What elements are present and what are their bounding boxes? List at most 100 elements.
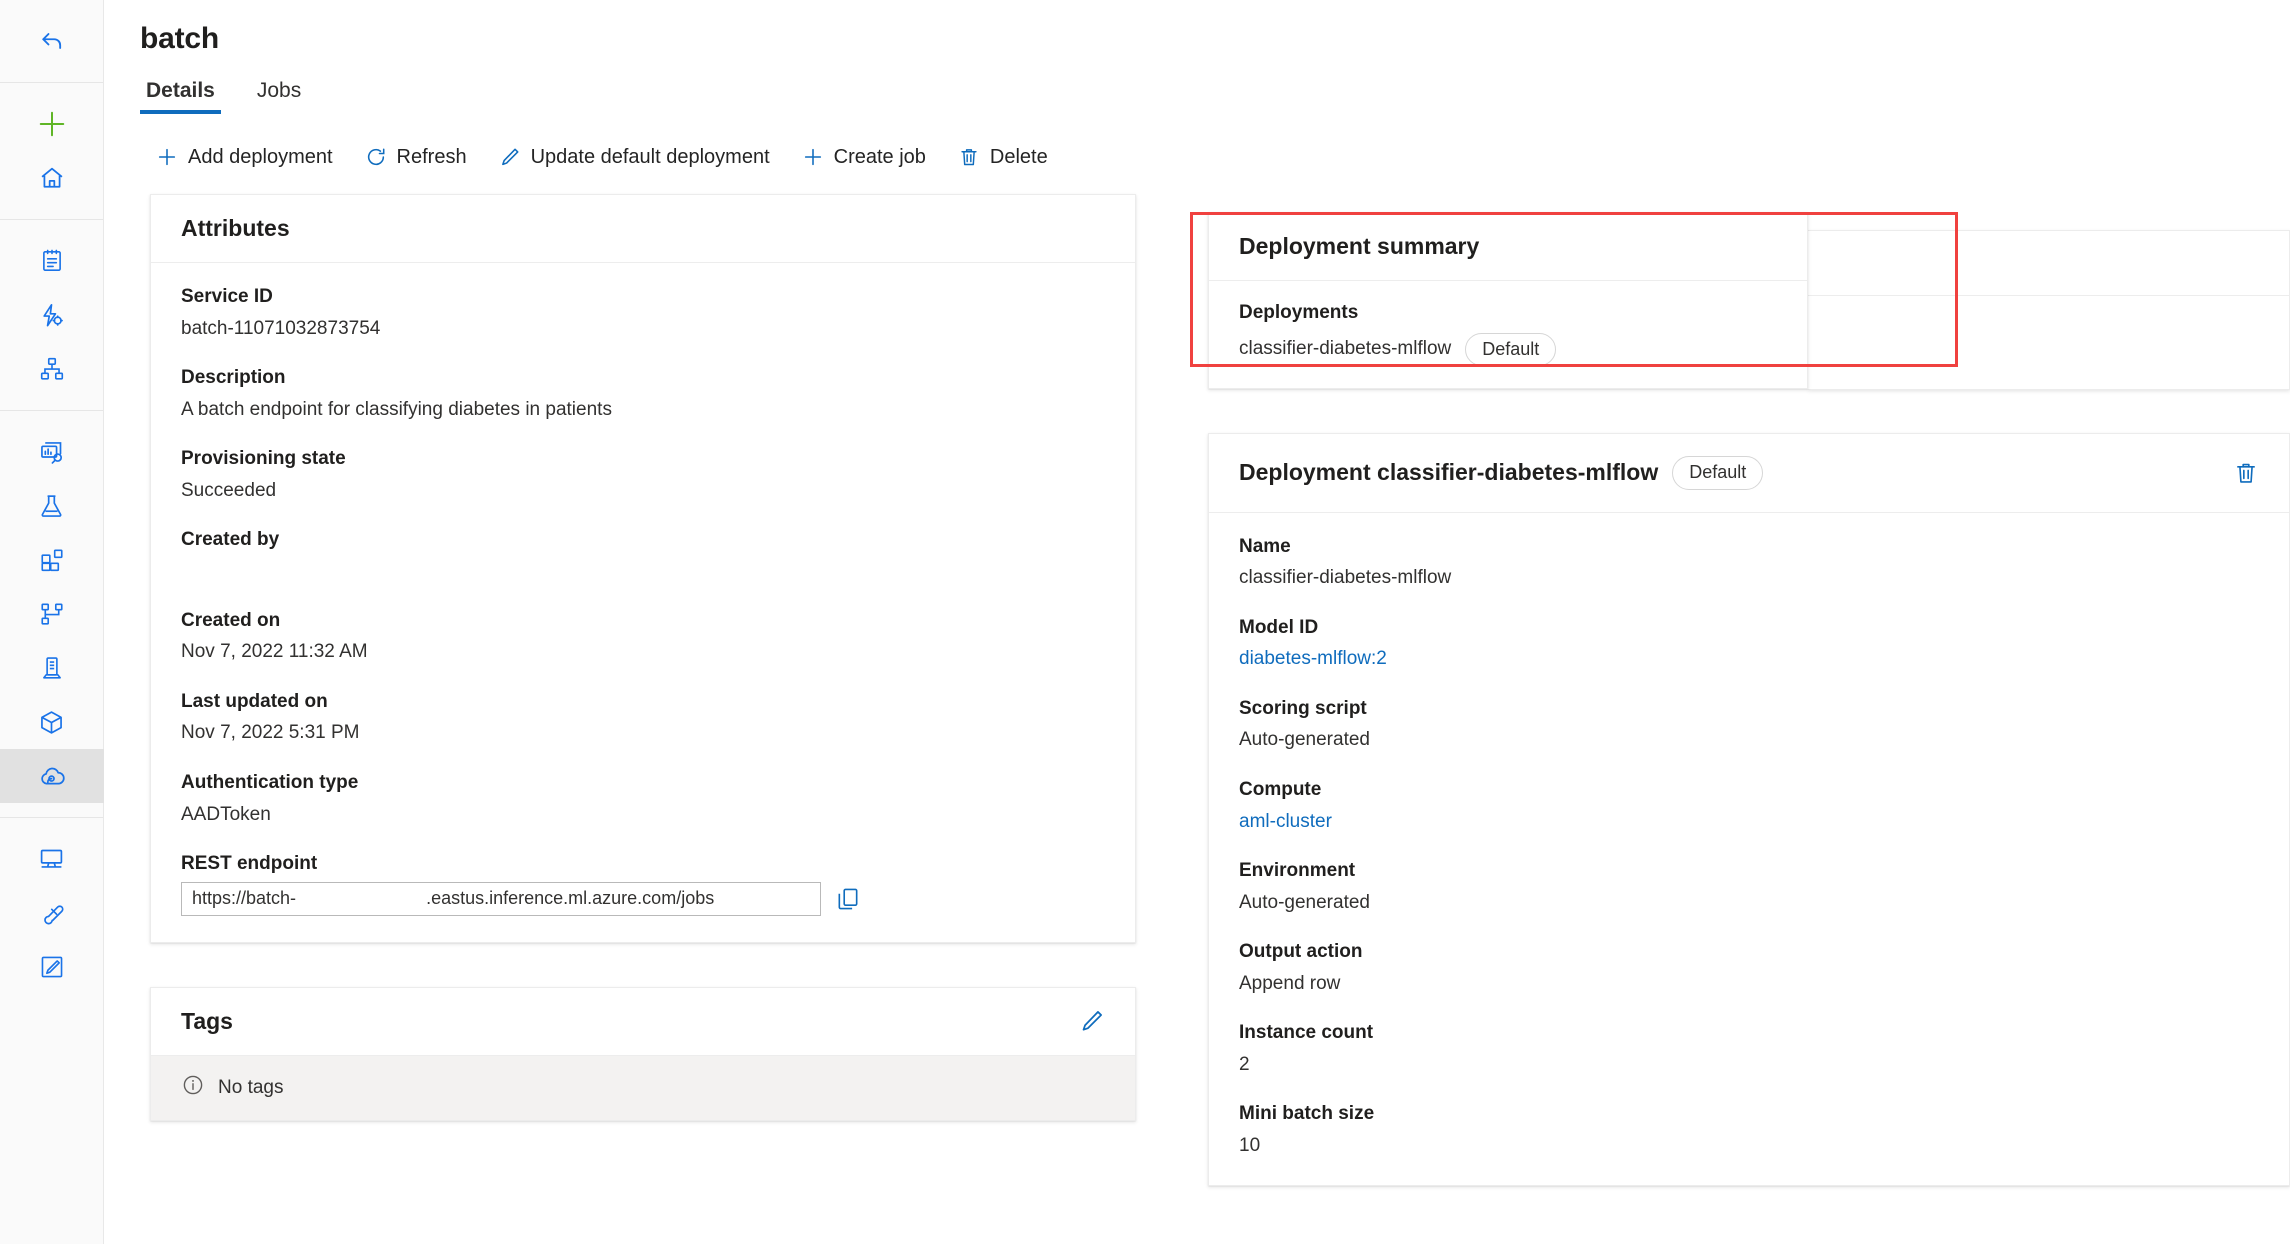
attributes-title: Attributes	[181, 215, 290, 242]
refresh-icon	[365, 146, 387, 168]
compute-monitor-icon	[38, 846, 65, 873]
deployment-field-label: Compute	[1239, 776, 2259, 804]
sidebar-item-compute[interactable]	[0, 832, 104, 886]
default-badge: Default	[1465, 333, 1556, 367]
home-icon	[38, 164, 66, 192]
copy-icon[interactable]	[835, 886, 861, 912]
page-title: batch	[104, 0, 2290, 56]
sidebar-item-pipelines[interactable]	[0, 587, 104, 641]
nav-group-authoring	[0, 220, 103, 411]
attributes-card: Attributes Service ID batch-110710328737…	[150, 194, 1136, 943]
sidebar-item-new[interactable]	[0, 97, 104, 151]
deployment-detail-title: Deployment classifier-diabetes-mlflow	[1239, 459, 1658, 486]
attribute-label: Description	[181, 364, 1105, 392]
sidebar-item-components[interactable]	[0, 533, 104, 587]
deployment-summary-header: Deployment summary	[1209, 213, 1807, 281]
update-default-deployment-button[interactable]: Update default deployment	[483, 138, 786, 176]
attribute-rest-endpoint: REST endpoint	[181, 850, 1105, 916]
create-job-button[interactable]: Create job	[786, 138, 942, 176]
data-icon	[39, 655, 65, 681]
designer-icon	[39, 356, 65, 382]
attribute-label: Last updated on	[181, 688, 1105, 716]
attribute-created-on: Created on Nov 7, 2022 11:32 AM	[181, 607, 1105, 666]
trash-icon	[958, 146, 980, 168]
data-monitoring-icon	[38, 439, 65, 466]
attribute-created-by: Created by	[181, 526, 1105, 585]
update-default-deployment-label: Update default deployment	[531, 147, 770, 167]
delete-deployment-trash-icon[interactable]	[2233, 460, 2259, 486]
edit-tags-pencil-icon[interactable]	[1079, 1008, 1105, 1034]
deployment-summary-body: Deployments classifier-diabetes-mlflow D…	[1209, 281, 1807, 388]
tags-empty-state: No tags	[151, 1056, 1135, 1120]
nav-group-back	[0, 0, 103, 83]
command-toolbar: Add deployment Refresh Update defau	[104, 114, 2290, 176]
refresh-label: Refresh	[397, 147, 467, 167]
deployment-field-label: Instance count	[1239, 1019, 2259, 1047]
delete-label: Delete	[990, 147, 1048, 167]
attribute-authentication-type: Authentication type AADToken	[181, 769, 1105, 828]
sidebar-item-designer[interactable]	[0, 342, 104, 396]
sidebar-item-notebooks[interactable]	[0, 234, 104, 288]
pencil-icon	[499, 146, 521, 168]
data-labeling-icon	[39, 954, 65, 980]
sidebar-item-jobs[interactable]	[0, 479, 104, 533]
compute-link[interactable]: aml-cluster	[1239, 808, 2259, 836]
sidebar-item-data-labeling[interactable]	[0, 940, 104, 994]
model-id-link[interactable]: diabetes-mlflow:2	[1239, 645, 2259, 673]
sidebar-item-models[interactable]	[0, 695, 104, 749]
attribute-value	[181, 558, 1105, 585]
add-deployment-button[interactable]: Add deployment	[140, 138, 349, 176]
tab-details[interactable]: Details	[140, 80, 221, 114]
refresh-button[interactable]: Refresh	[349, 138, 483, 176]
app-root: batch Details Jobs Add deployment	[0, 0, 2290, 1244]
nav-group-create	[0, 83, 103, 220]
deployment-summary-region: Deployment summary Deployments classifie…	[1190, 212, 2290, 389]
deployment-field-output-action: Output action Append row	[1239, 938, 2259, 997]
create-job-label: Create job	[834, 147, 926, 167]
tags-empty-text: No tags	[218, 1077, 283, 1099]
tags-card: Tags	[150, 987, 1136, 1121]
endpoints-cloud-icon	[38, 762, 66, 790]
deployment-name: classifier-diabetes-mlflow	[1239, 338, 1451, 360]
back-arrow-icon	[38, 27, 66, 55]
deployments-section-label: Deployments	[1239, 299, 1777, 327]
deployment-list-item[interactable]: classifier-diabetes-mlflow Default	[1239, 333, 1777, 367]
delete-button[interactable]: Delete	[942, 138, 1064, 176]
attribute-label: Service ID	[181, 283, 1105, 311]
plus-icon	[802, 146, 824, 168]
sidebar-item-linked-services[interactable]	[0, 886, 104, 940]
deployment-field-label: Environment	[1239, 857, 2259, 885]
attribute-provisioning-state: Provisioning state Succeeded	[181, 445, 1105, 504]
deployment-field-value: classifier-diabetes-mlflow	[1239, 564, 2259, 592]
attribute-value: Succeeded	[181, 477, 1105, 505]
deployment-field-value: Auto-generated	[1239, 726, 2259, 754]
deployment-detail-card: Deployment classifier-diabetes-mlflow De…	[1208, 433, 2290, 1186]
attributes-card-header: Attributes	[151, 195, 1135, 263]
background-panel-edge	[1808, 230, 2290, 390]
deployment-field-value: Auto-generated	[1239, 889, 2259, 917]
sidebar-item-endpoints[interactable]	[0, 749, 104, 803]
jobs-flask-icon	[38, 493, 65, 520]
deployment-summary-card: Deployment summary Deployments classifie…	[1208, 212, 1808, 389]
tab-jobs[interactable]: Jobs	[251, 80, 307, 114]
sidebar-item-home[interactable]	[0, 151, 104, 205]
nav-group-assets	[0, 411, 103, 818]
attribute-description: Description A batch endpoint for classif…	[181, 364, 1105, 423]
attribute-label: Provisioning state	[181, 445, 1105, 473]
sidebar-item-data[interactable]	[0, 641, 104, 695]
deployment-field-value: 2	[1239, 1051, 2259, 1079]
deployment-field-mini-batch-size: Mini batch size 10	[1239, 1100, 2259, 1159]
new-plus-icon	[37, 109, 67, 139]
nav-group-manage	[0, 818, 103, 1008]
default-badge: Default	[1672, 456, 1763, 490]
rest-endpoint-input[interactable]	[181, 882, 821, 916]
deployment-field-model-id: Model ID diabetes-mlflow:2	[1239, 614, 2259, 673]
sidebar-item-data-monitoring[interactable]	[0, 425, 104, 479]
left-nav-rail	[0, 0, 104, 1244]
components-icon	[39, 547, 65, 573]
attributes-card-body: Service ID batch-11071032873754 Descript…	[151, 263, 1135, 942]
sidebar-item-back[interactable]	[0, 14, 104, 68]
deployment-field-environment: Environment Auto-generated	[1239, 857, 2259, 916]
tags-title: Tags	[181, 1008, 233, 1035]
sidebar-item-automated-ml[interactable]	[0, 288, 104, 342]
